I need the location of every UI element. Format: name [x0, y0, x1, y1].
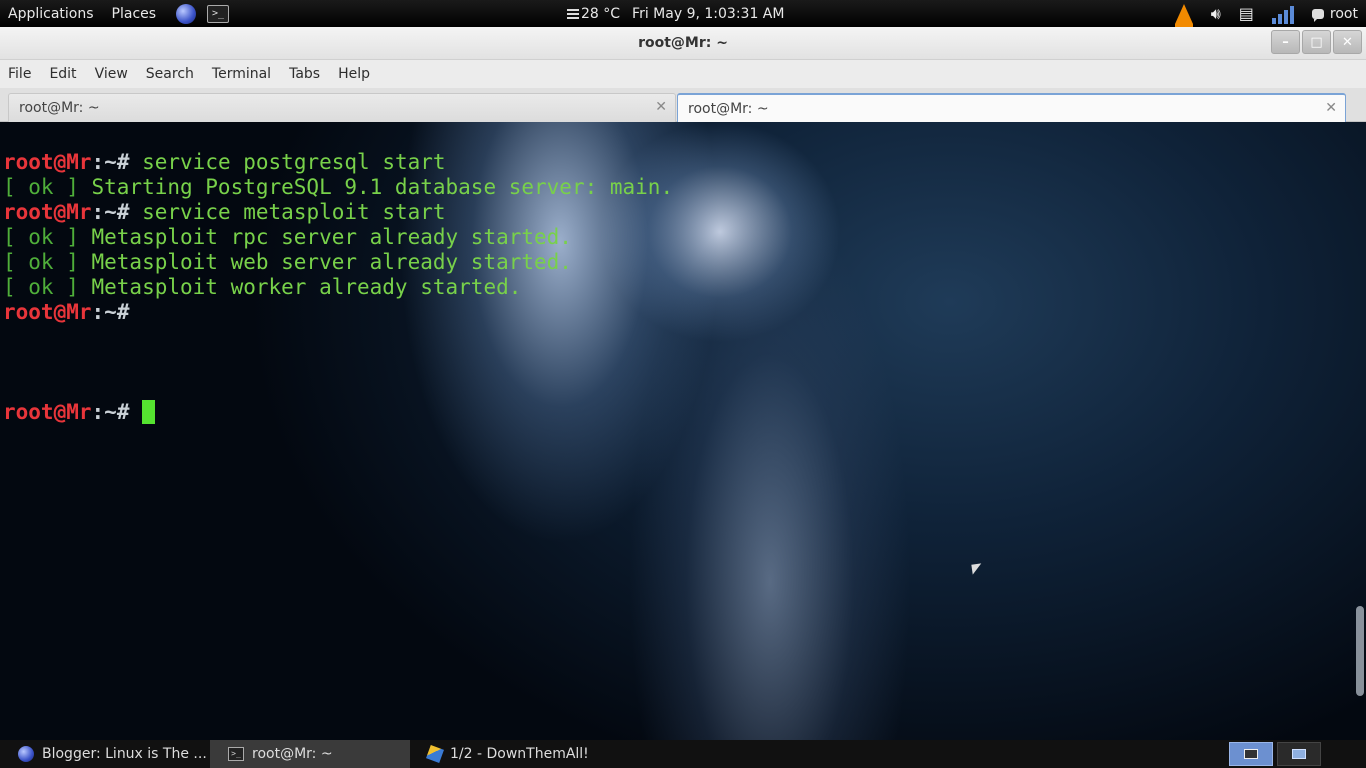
- menu-file[interactable]: File: [0, 66, 40, 82]
- terminal-prompt-line: root@Mr:~#: [3, 300, 129, 325]
- command-text: [129, 400, 142, 424]
- prompt-path: ~#: [104, 400, 130, 424]
- menu-tabs[interactable]: Tabs: [280, 66, 329, 82]
- output-text: Metasploit web server already started.: [78, 250, 572, 274]
- prompt-separator: :: [91, 150, 105, 174]
- clock[interactable]: Fri May 9, 1:03:31 AM: [632, 6, 784, 22]
- menu-view[interactable]: View: [86, 66, 137, 82]
- terminal-view[interactable]: root@Mr:~# service postgresql start[ ok …: [0, 122, 1366, 740]
- menu-help[interactable]: Help: [329, 66, 379, 82]
- tab-terminal-2[interactable]: root@Mr: ~ ✕: [677, 93, 1346, 122]
- taskbar-item-label: 1/2 - DownThemAll!: [450, 746, 589, 762]
- workspace-2[interactable]: [1277, 742, 1321, 766]
- prompt-separator: :: [91, 300, 105, 324]
- vlc-icon[interactable]: [1174, 3, 1193, 27]
- terminal-icon: [1244, 749, 1258, 759]
- taskbar-item-label: root@Mr: ~: [252, 746, 333, 762]
- places-menu[interactable]: Places: [112, 6, 157, 22]
- prompt-separator: :: [91, 200, 105, 224]
- taskbar-item-label: Blogger: Linux is The ...: [42, 746, 207, 762]
- tab-bar: root@Mr: ~ ✕ root@Mr: ~ ✕: [0, 88, 1366, 122]
- tab-label: root@Mr: ~: [688, 100, 769, 117]
- window-controls: – □ ✕: [1271, 30, 1362, 54]
- terminal-prompt-line: root@Mr:~# service postgresql start: [3, 150, 446, 175]
- tab-label: root@Mr: ~: [19, 100, 100, 116]
- workspace-1[interactable]: [1229, 742, 1273, 766]
- window-titlebar[interactable]: root@Mr: ~ – □ ✕: [0, 27, 1366, 60]
- globe-icon: [176, 3, 197, 24]
- status-badge: [ ok ]: [3, 250, 79, 274]
- command-text: service metasploit start: [129, 200, 446, 224]
- menu-edit[interactable]: Edit: [40, 66, 85, 82]
- prompt-user: root@Mr: [3, 300, 92, 324]
- tab-close-icon[interactable]: ✕: [1325, 100, 1337, 116]
- prompt-separator: :: [91, 400, 105, 424]
- user-menu[interactable]: root: [1311, 5, 1358, 22]
- close-button[interactable]: ✕: [1333, 30, 1362, 54]
- taskbar-item-downthemall[interactable]: 1/2 - DownThemAll!: [410, 740, 630, 768]
- output-text: Metasploit worker already started.: [78, 275, 522, 299]
- terminal-prompt-line: root@Mr:~#: [3, 400, 156, 425]
- clock-area[interactable]: 28 °C Fri May 9, 1:03:31 AM: [567, 0, 784, 27]
- taskbar: Blogger: Linux is The ... >_ root@Mr: ~ …: [0, 740, 1366, 768]
- prompt-path: ~#: [104, 300, 130, 324]
- prompt-user: root@Mr: [3, 400, 92, 424]
- prompt-user: root@Mr: [3, 150, 92, 174]
- output-text: Metasploit rpc server already started.: [78, 225, 572, 249]
- taskbar-item-browser[interactable]: Blogger: Linux is The ...: [0, 740, 210, 768]
- browser-launcher[interactable]: [174, 3, 198, 24]
- menu-terminal[interactable]: Terminal: [203, 66, 280, 82]
- user-name: root: [1329, 5, 1358, 22]
- chat-icon: [1311, 8, 1324, 22]
- prompt-path: ~#: [104, 150, 130, 174]
- text-cursor: [142, 400, 156, 424]
- folder-icon: [1292, 749, 1306, 759]
- weather-indicator[interactable]: 28 °C: [567, 6, 620, 22]
- mouse-pointer-icon: [971, 563, 983, 575]
- menubar: File Edit View Search Terminal Tabs Help: [0, 60, 1366, 88]
- output-text: Starting PostgreSQL 9.1 database server:…: [78, 175, 674, 199]
- volume-icon[interactable]: 🔊︎: [1211, 5, 1221, 22]
- tab-terminal-1[interactable]: root@Mr: ~ ✕: [8, 93, 676, 122]
- status-badge: [ ok ]: [3, 275, 79, 299]
- tab-close-icon[interactable]: ✕: [655, 99, 667, 115]
- command-text: service postgresql start: [129, 150, 446, 174]
- scrollbar[interactable]: [1356, 606, 1364, 696]
- prompt-path: ~#: [104, 200, 130, 224]
- top-panel: Applications Places >_ 28 °C Fri May 9, …: [0, 0, 1366, 27]
- terminal-output-line: [ ok ] Metasploit web server already sta…: [3, 250, 572, 275]
- minimize-button[interactable]: –: [1271, 30, 1300, 54]
- taskbar-item-terminal[interactable]: >_ root@Mr: ~: [210, 740, 410, 768]
- system-tray: 🔊︎ ▤ root: [1174, 0, 1358, 27]
- temperature: 28 °C: [581, 5, 621, 22]
- terminal-icon: >_: [228, 747, 244, 761]
- terminal-icon: >_: [207, 4, 230, 23]
- applications-menu[interactable]: Applications: [0, 6, 94, 22]
- maximize-button[interactable]: □: [1302, 30, 1331, 54]
- prompt-user: root@Mr: [3, 200, 92, 224]
- menu-search[interactable]: Search: [137, 66, 203, 82]
- status-badge: [ ok ]: [3, 175, 79, 199]
- terminal-output-line: [ ok ] Metasploit rpc server already sta…: [3, 225, 572, 250]
- globe-icon: [18, 746, 34, 762]
- terminal-output-line: [ ok ] Metasploit worker already started…: [3, 275, 521, 300]
- terminal-prompt-line: root@Mr:~# service metasploit start: [3, 200, 446, 225]
- workspace-switcher: [1229, 742, 1321, 766]
- download-icon: [426, 745, 444, 763]
- terminal-output-line: [ ok ] Starting PostgreSQL 9.1 database …: [3, 175, 673, 200]
- terminal-launcher[interactable]: >_: [206, 4, 230, 24]
- window-title: root@Mr: ~: [638, 35, 728, 51]
- weather-icon: [567, 8, 579, 19]
- clipboard-icon[interactable]: ▤: [1239, 5, 1254, 22]
- network-signal-icon[interactable]: [1271, 4, 1294, 24]
- status-badge: [ ok ]: [3, 225, 79, 249]
